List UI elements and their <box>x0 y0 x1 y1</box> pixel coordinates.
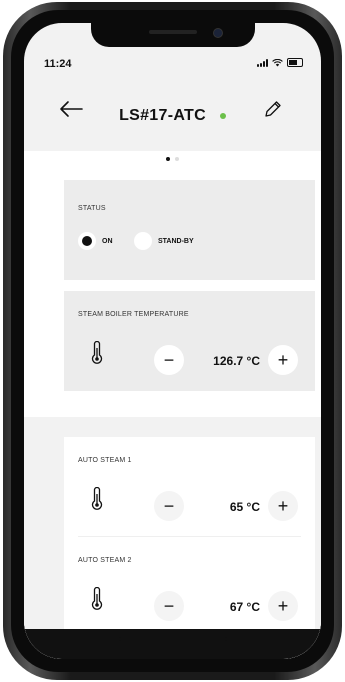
speaker <box>148 30 197 34</box>
plus-icon: + <box>277 496 289 516</box>
auto-steam-1-increase-button[interactable]: + <box>268 491 298 521</box>
minus-icon: − <box>163 496 175 516</box>
camera-icon <box>212 28 223 38</box>
main-content: STATUS ON STAND-BY STEAM BOILER TEMPERAT… <box>24 151 321 659</box>
status-on-label: ON <box>102 237 113 245</box>
status-card: STATUS ON STAND-BY <box>64 180 315 280</box>
auto-steam-card: AUTO STEAM 1 − 65 °C + AUTO STEAM 2 − 67… <box>64 437 315 637</box>
auto-steam-section: AUTO STEAM 1 − 65 °C + AUTO STEAM 2 − 67… <box>24 437 321 659</box>
app-header: LS#17-ATC <box>24 71 321 151</box>
auto-steam-2-decrease-button[interactable]: − <box>154 591 184 621</box>
boiler-temperature-value: 126.7 °C <box>213 354 260 368</box>
status-label: STATUS <box>78 205 106 212</box>
auto-steam-1-label: AUTO STEAM 1 <box>78 457 132 464</box>
system-icons <box>257 58 303 67</box>
thermometer-icon <box>91 341 103 364</box>
notch <box>90 23 255 47</box>
status-on-radio[interactable]: ON <box>78 232 113 250</box>
plus-icon: + <box>277 596 289 616</box>
page-dot <box>175 157 179 161</box>
battery-icon <box>287 58 303 67</box>
thermometer-icon <box>91 587 103 610</box>
auto-steam-1-value: 65 °C <box>229 500 260 514</box>
status-standby-label: STAND-BY <box>158 237 194 245</box>
phone-frame: 11:24 LS#17-ATC STATUS ON STAND-BY STEAM… <box>3 2 342 680</box>
minus-icon: − <box>163 596 175 616</box>
radio-circle-on[interactable] <box>78 232 96 250</box>
app-screen: 11:24 LS#17-ATC STATUS ON STAND-BY STEAM… <box>24 23 321 659</box>
machine-name: LS#17-ATC <box>119 107 206 124</box>
thermometer-icon <box>91 487 103 510</box>
home-indicator[interactable] <box>118 637 227 641</box>
minus-icon: − <box>163 350 175 370</box>
page-indicator <box>24 157 321 161</box>
steam-boiler-card: STEAM BOILER TEMPERATURE − 126.7 °C + <box>64 291 315 391</box>
auto-steam-1-decrease-button[interactable]: − <box>154 491 184 521</box>
plus-icon: + <box>277 350 289 370</box>
row-divider <box>78 536 301 537</box>
radio-circle-standby[interactable] <box>134 232 152 250</box>
auto-steam-2-value: 67 °C <box>229 600 260 614</box>
signal-icon <box>257 58 268 67</box>
boiler-decrease-button[interactable]: − <box>154 345 184 375</box>
screen-bottom-edge <box>24 629 321 659</box>
status-standby-radio[interactable]: STAND-BY <box>134 232 194 250</box>
steam-boiler-label: STEAM BOILER TEMPERATURE <box>78 311 189 318</box>
pencil-icon[interactable] <box>263 99 283 119</box>
status-time: 11:24 <box>44 58 72 70</box>
wifi-icon <box>272 58 283 66</box>
boiler-increase-button[interactable]: + <box>268 345 298 375</box>
phone-bezel: 11:24 LS#17-ATC STATUS ON STAND-BY STEAM… <box>11 10 334 672</box>
auto-steam-2-increase-button[interactable]: + <box>268 591 298 621</box>
online-status-dot <box>219 112 226 119</box>
auto-steam-2-label: AUTO STEAM 2 <box>78 557 132 564</box>
page-dot-active <box>166 157 170 161</box>
